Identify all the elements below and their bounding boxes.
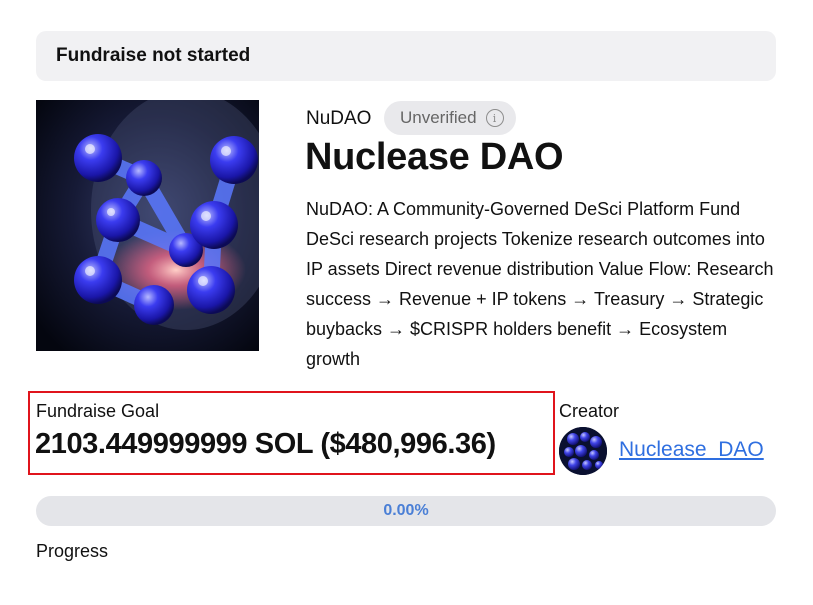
project-ticker: NuDAO: [306, 108, 372, 129]
project-description: NuDAO: A Community-Governed DeSci Platfo…: [306, 199, 774, 369]
project-title: Nuclease DAO: [305, 136, 564, 178]
progress-percent: 0.00%: [383, 502, 429, 519]
progress-label: Progress: [36, 541, 109, 561]
fundraise-status-banner: Fundraise not started: [36, 31, 776, 81]
creator-avatar-image: [559, 427, 607, 475]
creator-name-link[interactable]: Nuclease_DAO: [619, 438, 764, 462]
fundraise-goal-label: Fundraise Goal: [36, 401, 160, 421]
fundraise-card: Fundraise not started NuDAO Unverified i…: [0, 0, 813, 605]
creator-label: Creator: [559, 401, 620, 421]
fundraise-status-text: Fundraise not started: [56, 45, 251, 66]
verification-status: Unverified: [400, 108, 477, 127]
progress-bar: 0.00%: [36, 496, 776, 526]
info-icon[interactable]: i: [485, 109, 504, 127]
verification-badge[interactable]: Unverified i: [384, 101, 516, 135]
fundraise-goal-value: 2103.449999999 SOL ($480,996.36): [35, 428, 496, 460]
creator-avatar[interactable]: [559, 427, 607, 475]
project-cover-image: [36, 100, 259, 351]
cover-artwork: [36, 100, 259, 351]
